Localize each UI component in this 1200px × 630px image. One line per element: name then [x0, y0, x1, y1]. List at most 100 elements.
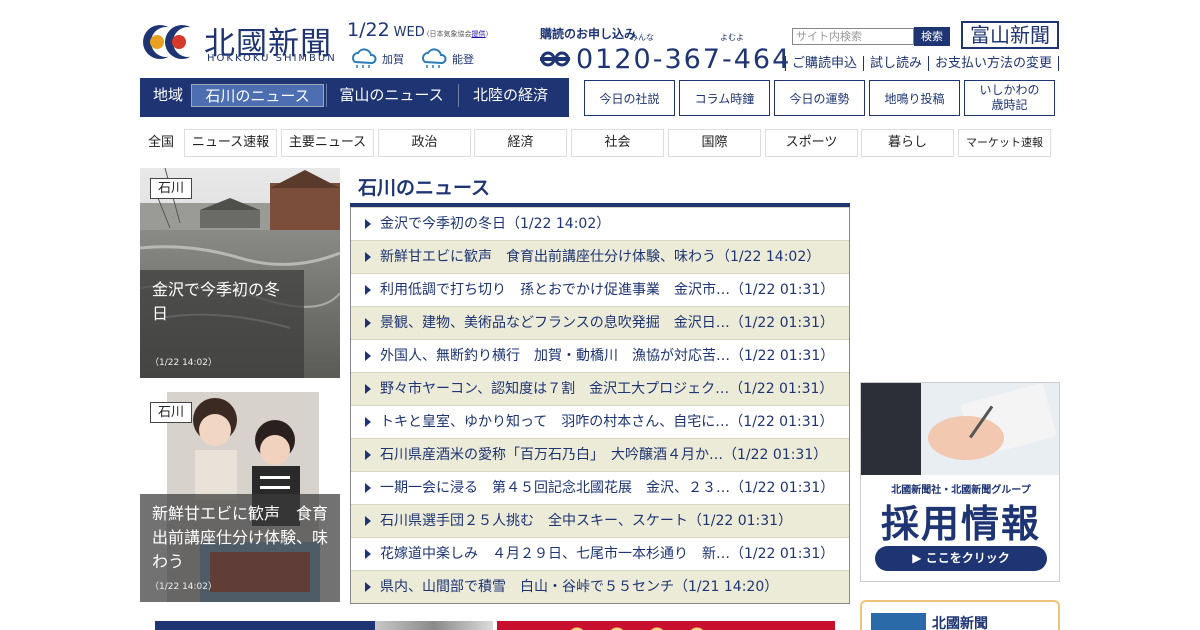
cat-politics[interactable]: 政治 [378, 129, 471, 157]
date: 1/22 [347, 19, 390, 41]
search-button[interactable]: 検索 [914, 27, 950, 46]
photo-region-tag: 石川 [150, 402, 192, 423]
subscribe-title: 購読のお申し込み [540, 27, 637, 41]
weather-area-noto: 能登 [452, 53, 474, 66]
news-item[interactable]: 金沢で今季初の冬日（1/22 14:02） [351, 207, 849, 240]
news-item[interactable]: 石川県選手団２５人挑む 全中スキー、スケート（1/22 01:31） [351, 504, 849, 537]
weather-source: (日本気象協会提供) [427, 30, 488, 38]
weather-source-link[interactable]: 提供 [471, 30, 485, 38]
weather-kaga[interactable]: 加賀 [348, 48, 404, 70]
cat-economy[interactable]: 経済 [474, 129, 567, 157]
arrow-icon [365, 549, 371, 559]
news-item-title: 県内、山間部で積雪 白山・谷峠で５５センチ（1/21 14:20） [380, 579, 779, 595]
phone-number: 0120-367-464 [576, 43, 792, 75]
cloudy-icon [422, 48, 447, 68]
column-jisho-button[interactable]: コラム時鐘 [679, 80, 770, 116]
photo-caption: 金沢で今季初の冬日 （1/22 14:02） [140, 270, 304, 378]
photo-story-2[interactable]: 石川 新鮮甘エビに歓声 食育出前講座仕分け体験、味わう （1/22 14:02） [140, 392, 340, 602]
promo-thumbnail [871, 613, 926, 630]
subscribe-phone[interactable]: 0120-367-464 [540, 42, 791, 76]
recruit-title: 採用情報 [880, 502, 1041, 546]
bottom-banner-promo[interactable] [497, 621, 835, 630]
cat-market[interactable]: マーケット速報 [958, 129, 1051, 157]
category-nav-label: 全国 [147, 135, 174, 150]
tab-ishikawa-news[interactable]: 石川のニュース [191, 84, 324, 107]
hokkoku-promo-box[interactable]: 北國新聞 [860, 600, 1060, 630]
subscribe-link[interactable]: ご購読申込 [785, 56, 863, 71]
news-item-title: 外国人、無断釣り横行 加賀・動橋川 漁協が対応苦…（1/22 01:31） [380, 348, 835, 364]
arrow-icon [365, 483, 371, 493]
news-item[interactable]: 石川県産酒米の愛称「百万石乃白」 大吟醸酒４月か…（1/22 01:31） [351, 438, 849, 471]
promo-decoration [557, 624, 717, 630]
recruit-banner[interactable]: 北國新聞社・北國新聞グループ 採用情報 ▶ ここをクリック [860, 382, 1060, 582]
newspaper-image [375, 621, 493, 630]
cat-society[interactable]: 社会 [571, 129, 664, 157]
arrow-icon [365, 450, 371, 460]
seasonal-calendar-button[interactable]: いしかわの 歳時記 [964, 80, 1055, 116]
arrow-icon [365, 219, 371, 229]
weather-area-kaga: 加賀 [382, 53, 404, 66]
arrow-icon [365, 417, 371, 427]
news-list: 金沢で今季初の冬日（1/22 14:02） 新鮮甘エビに歓声 食育出前講座仕分け… [350, 207, 850, 604]
bottom-banner-newspaper[interactable] [155, 621, 493, 630]
freedial-icon [540, 51, 570, 67]
photo-timestamp: （1/22 14:02） [150, 582, 218, 592]
editorial-button[interactable]: 今日の社説 [584, 80, 675, 116]
horoscope-button[interactable]: 今日の運勢 [774, 80, 865, 116]
arrow-icon [365, 384, 371, 394]
date-display: 1/22 WED (日本気象協会提供) [347, 19, 488, 41]
recruit-click-button[interactable]: ▶ ここをクリック [875, 546, 1047, 571]
weekday: WED [393, 25, 425, 40]
news-item[interactable]: 花嫁道中楽しみ ４月２９日、七尾市一本杉通り 新…（1/22 01:31） [351, 537, 849, 570]
payment-change-link[interactable]: お支払い方法の変更 [928, 56, 1060, 71]
news-item[interactable]: 野々市ヤーコン、認知度は７割 金沢工大プロジェク…（1/22 01:31） [351, 372, 849, 405]
region-nav: 地域 石川のニュース 富山のニュース 北陸の経済 [140, 78, 569, 117]
weather-source-suffix: ) [485, 30, 489, 38]
news-item[interactable]: 県内、山間部で積雪 白山・谷峠で５５センチ（1/21 14:20） [351, 570, 849, 603]
news-item-title: トキと皇室、ゆかり知って 羽咋の村本さん、自宅に…（1/22 01:31） [380, 414, 834, 430]
news-item-title: 利用低調で打ち切り 孫とおでかけ促進事業 金沢市…（1/22 01:31） [380, 282, 835, 298]
weather-noto[interactable]: 能登 [418, 48, 474, 70]
photo-title: 新鮮甘エビに歓声 食育出前講座仕分け体験、味わう [152, 504, 329, 571]
trial-link[interactable]: 試し読み [863, 56, 928, 71]
site-logo[interactable]: 北國新聞 HOKKOKU SHIMBUN [140, 15, 340, 67]
toyama-shimbun-button[interactable]: 富山新聞 [961, 21, 1059, 49]
arrow-icon [365, 285, 371, 295]
news-section-heading: 石川のニュース [358, 177, 491, 199]
weather-source-prefix: (日本気象協会 [426, 30, 472, 38]
news-item-title: 新鮮甘エビに歓声 食育出前講座仕分け体験、味わう（1/22 14:02） [380, 249, 821, 265]
reader-posts-button[interactable]: 地鳴り投稿 [869, 80, 960, 116]
news-item[interactable]: 一期一会に浸る 第４５回記念北國花展 金沢、２３…（1/22 01:31） [351, 471, 849, 504]
arrow-icon [365, 582, 371, 592]
news-item-title: 一期一会に浸る 第４５回記念北國花展 金沢、２３…（1/22 01:31） [380, 480, 835, 496]
cat-sports[interactable]: スポーツ [765, 129, 858, 157]
photo-timestamp: （1/22 14:02） [150, 358, 218, 368]
photo-region-tag: 石川 [150, 178, 192, 199]
news-item-title: 石川県選手団２５人挑む 全中スキー、スケート（1/22 01:31） [380, 513, 793, 529]
news-item[interactable]: 新鮮甘エビに歓声 食育出前講座仕分け体験、味わう（1/22 14:02） [351, 240, 849, 273]
arrow-icon [365, 252, 371, 262]
photo-caption: 新鮮甘エビに歓声 食育出前講座仕分け体験、味わう （1/22 14:02） [140, 494, 340, 602]
news-item[interactable]: トキと皇室、ゆかり知って 羽咋の村本さん、自宅に…（1/22 01:31） [351, 405, 849, 438]
arrow-icon [365, 516, 371, 526]
photo-title: 金沢で今季初の冬日 [152, 280, 281, 323]
photo-story-1[interactable]: 石川 金沢で今季初の冬日 （1/22 14:02） [140, 168, 340, 378]
tab-toyama-news[interactable]: 富山のニュース [326, 84, 456, 107]
tab-hokuriku-economy[interactable]: 北陸の経済 [458, 84, 562, 107]
logo-mark-icon [143, 25, 200, 59]
search-input[interactable]: サイト内検索 [792, 28, 914, 45]
news-item[interactable]: 外国人、無断釣り横行 加賀・動橋川 漁協が対応苦…（1/22 01:31） [351, 339, 849, 372]
arrow-icon [365, 318, 371, 328]
cat-international[interactable]: 国際 [668, 129, 761, 157]
news-item[interactable]: 景観、建物、美術品などフランスの息吹発掘 金沢日…（1/22 01:31） [351, 306, 849, 339]
cat-breaking-news[interactable]: ニュース速報 [184, 129, 277, 157]
news-item-title: 花嫁道中楽しみ ４月２９日、七尾市一本杉通り 新…（1/22 01:31） [380, 546, 835, 562]
news-item-title: 金沢で今季初の冬日（1/22 14:02） [380, 216, 611, 232]
utility-links: ご購読申込 試し読み お支払い方法の変更 [785, 56, 1060, 71]
cat-top-news[interactable]: 主要ニュース [281, 129, 374, 157]
region-nav-label: 地域 [152, 86, 183, 104]
logo-roman: HOKKOKU SHIMBUN [207, 53, 337, 64]
cat-lifestyle[interactable]: 暮らし [861, 129, 954, 157]
news-item[interactable]: 利用低調で打ち切り 孫とおでかけ促進事業 金沢市…（1/22 01:31） [351, 273, 849, 306]
news-item-title: 野々市ヤーコン、認知度は７割 金沢工大プロジェク…（1/22 01:31） [380, 381, 834, 397]
